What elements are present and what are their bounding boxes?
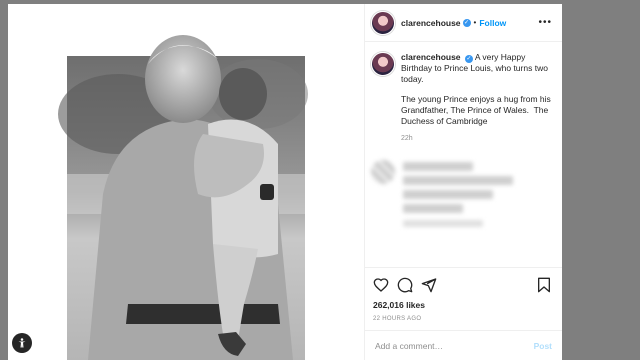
- comment-icon[interactable]: [397, 277, 413, 293]
- post-photo[interactable]: [8, 4, 364, 360]
- post-modal: clarencehouse ✓ • Follow ••• clarencehou…: [8, 4, 562, 360]
- action-icons: [373, 274, 552, 296]
- person-glyph-icon: [18, 338, 26, 348]
- blurred-text: [403, 220, 483, 227]
- comment-input[interactable]: [375, 340, 534, 351]
- caption-line-2: The young Prince enjoys a hug from his G…: [401, 94, 551, 126]
- bookmark-icon[interactable]: [536, 277, 552, 293]
- post-actions: 262,016 likes 22 HOURS AGO: [365, 267, 562, 322]
- blurred-avatar: [371, 160, 395, 184]
- post-button[interactable]: Post: [534, 341, 552, 351]
- caption: clarencehouse ✓ ⁣A very Happy Birthday t…: [371, 52, 552, 127]
- photo-grandfather-hug: [58, 35, 308, 360]
- post-sidebar: clarencehouse ✓ • Follow ••• clarencehou…: [364, 4, 562, 360]
- posted-time[interactable]: 22 HOURS AGO: [373, 316, 552, 322]
- blurred-text: [403, 190, 493, 199]
- likes-count[interactable]: 262,016 likes: [373, 300, 552, 310]
- caption-text: clarencehouse ✓ ⁣A very Happy Birthday t…: [401, 52, 551, 127]
- avatar[interactable]: [371, 10, 395, 35]
- follow-button[interactable]: Follow: [479, 18, 506, 28]
- username-link[interactable]: clarencehouse: [401, 18, 461, 28]
- accessibility-icon[interactable]: [12, 333, 32, 353]
- caption-timestamp[interactable]: 22h: [401, 135, 552, 142]
- caption-username[interactable]: clarencehouse: [401, 52, 461, 62]
- heart-icon[interactable]: [373, 277, 389, 293]
- separator-dot: •: [473, 18, 477, 27]
- verified-badge-icon: ✓: [462, 18, 471, 27]
- blurred-text: [403, 204, 463, 213]
- blurred-comment: [371, 160, 552, 250]
- more-horizontal-icon[interactable]: •••: [538, 17, 552, 28]
- share-icon[interactable]: [421, 277, 437, 293]
- blurred-text: [403, 176, 513, 185]
- comment-box: Post: [365, 330, 562, 360]
- caption-avatar[interactable]: [371, 52, 395, 76]
- post-header: clarencehouse ✓ • Follow •••: [365, 4, 562, 42]
- caption-verified-icon: ✓: [464, 55, 473, 63]
- blurred-text: [403, 162, 473, 171]
- comments-area[interactable]: clarencehouse ✓ ⁣A very Happy Birthday t…: [365, 42, 562, 267]
